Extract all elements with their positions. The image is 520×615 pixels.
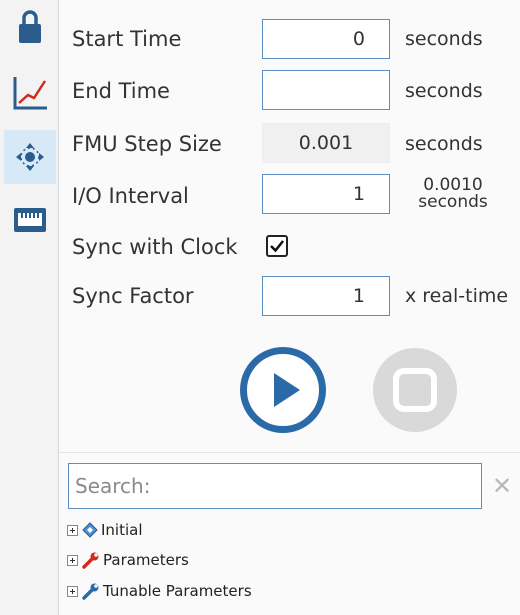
fmu-step-size-label: FMU Step Size xyxy=(72,132,222,156)
checkmark-icon xyxy=(270,240,284,253)
tree-item-label: Initial xyxy=(101,521,143,539)
simulation-panel: Start Time seconds End Time seconds FMU … xyxy=(59,0,520,615)
sync-factor-unit: x real-time xyxy=(405,285,509,307)
start-time-row: Start Time seconds xyxy=(59,17,520,61)
diamond-icon xyxy=(82,522,98,538)
wrench-blue-icon xyxy=(82,583,99,600)
close-icon[interactable]: ✕ xyxy=(489,468,515,504)
play-icon xyxy=(274,373,300,407)
io-interval-unit-label: seconds xyxy=(418,192,488,212)
tree-item-tunable-parameters[interactable]: Tunable Parameters xyxy=(67,578,252,604)
end-time-input[interactable] xyxy=(262,70,390,110)
expand-icon[interactable] xyxy=(67,585,78,597)
tree-item-parameters[interactable]: Parameters xyxy=(67,547,189,573)
sync-factor-label: Sync Factor xyxy=(72,284,194,308)
sync-with-clock-checkbox[interactable] xyxy=(266,235,288,257)
play-button[interactable] xyxy=(240,347,326,433)
sidebar-item-security[interactable] xyxy=(4,0,56,54)
start-time-label: Start Time xyxy=(72,27,182,51)
stop-icon xyxy=(373,348,457,432)
tree-item-label: Tunable Parameters xyxy=(103,582,252,600)
sync-with-clock-row: Sync with Clock xyxy=(59,225,520,269)
expand-icon[interactable] xyxy=(67,554,78,566)
network-icon xyxy=(16,143,44,171)
fmu-step-size-field xyxy=(262,123,390,163)
fmu-step-size-row: FMU Step Size seconds xyxy=(59,122,520,166)
expand-icon[interactable] xyxy=(67,524,78,536)
io-interval-unit: 0.0010 seconds xyxy=(408,177,498,211)
lock-icon xyxy=(19,10,41,43)
sidebar xyxy=(0,0,59,615)
sidebar-item-simulation[interactable] xyxy=(4,130,56,184)
tree-item-label: Parameters xyxy=(103,551,189,569)
io-interval-row: I/O Interval 0.0010 seconds xyxy=(59,174,520,218)
sync-with-clock-label: Sync with Clock xyxy=(72,235,238,259)
sidebar-item-plot[interactable] xyxy=(4,66,56,120)
end-time-label: End Time xyxy=(72,79,170,103)
io-interval-input[interactable] xyxy=(262,174,390,214)
sidebar-item-network[interactable] xyxy=(4,194,56,248)
divider xyxy=(59,452,520,453)
tree-item-initial[interactable]: Initial xyxy=(67,517,143,543)
io-interval-label: I/O Interval xyxy=(72,184,189,208)
chart-line-icon xyxy=(13,77,47,110)
ethernet-port-icon xyxy=(14,208,46,232)
wrench-red-icon xyxy=(82,552,99,569)
sync-factor-row: Sync Factor x real-time xyxy=(59,274,520,318)
start-time-input[interactable] xyxy=(262,19,390,59)
end-time-unit: seconds xyxy=(405,80,483,102)
sync-factor-input[interactable] xyxy=(262,276,390,316)
end-time-row: End Time seconds xyxy=(59,69,520,113)
search-input[interactable] xyxy=(68,463,482,509)
stop-button[interactable] xyxy=(365,347,465,433)
fmu-step-size-unit: seconds xyxy=(405,133,483,155)
start-time-unit: seconds xyxy=(405,28,483,50)
